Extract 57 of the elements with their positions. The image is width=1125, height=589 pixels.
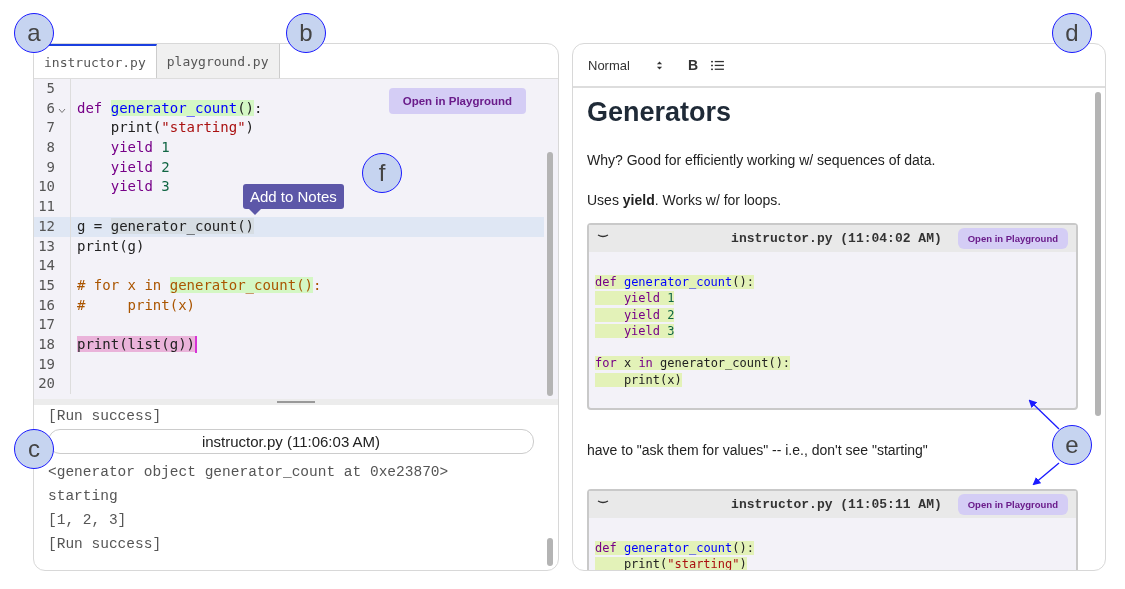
code-line: yield 3 — [109, 177, 170, 197]
line-number: 14 — [38, 256, 55, 276]
line-number: 5 — [46, 79, 55, 98]
line-number: 19 — [38, 354, 55, 374]
annotation-marker: c — [14, 429, 54, 469]
code-line: # for x in generator_count(): — [77, 275, 322, 296]
line-number: 7 — [46, 118, 55, 138]
resize-handle[interactable] — [277, 401, 315, 403]
console-output: starting — [48, 487, 119, 506]
console-output: [1, 2, 3] — [48, 511, 128, 530]
open-in-playground-button[interactable]: Open in Playground — [957, 494, 1068, 516]
annotation-arrow — [1032, 462, 1060, 486]
code-line: print("starting") — [109, 118, 255, 138]
annotation-marker: a — [14, 13, 54, 53]
file-tab[interactable]: playground.py — [156, 44, 280, 78]
line-number: 12 — [38, 216, 55, 236]
code-line: # print(x) — [77, 295, 195, 315]
line-number: 8 — [46, 138, 55, 158]
scrollbar[interactable] — [1095, 92, 1101, 416]
note-paragraph: Why? Good for efficiently working w/ sequences of data. — [587, 152, 936, 169]
note-title: Generators — [587, 96, 733, 129]
console-output: [Run success] — [48, 407, 163, 425]
annotation-marker: d — [1052, 13, 1092, 53]
code-line: yield 1 — [109, 138, 170, 158]
line-number: 6 — [46, 98, 55, 118]
line-number: 16 — [38, 295, 55, 315]
annotation-marker: b — [286, 13, 326, 53]
bullet-list-icon[interactable] — [711, 59, 725, 71]
file-tab[interactable]: instructor.py — [34, 44, 157, 78]
note-paragraph: have to "ask them for values" -- i.e., don't see "starting" — [587, 442, 928, 460]
code-line: yield 2 — [109, 157, 170, 177]
line-number: 13 — [38, 236, 55, 256]
line-number: 18 — [38, 334, 55, 354]
line-number: 11 — [38, 197, 55, 217]
collapse-chevron-icon[interactable] — [597, 233, 609, 239]
open-in-playground-button[interactable]: Open in Playground — [957, 228, 1068, 249]
snippet-title: instructor.py (11:04:02 AM) — [730, 231, 942, 246]
code-line: print(g) — [77, 236, 145, 256]
line-number: 10 — [38, 177, 55, 197]
open-in-playground-button[interactable]: Open in Playground — [388, 88, 526, 114]
scrollbar[interactable] — [547, 152, 553, 396]
console-output: [Run success] — [48, 535, 163, 554]
scrollbar[interactable] — [547, 538, 553, 566]
line-number: 9 — [46, 157, 55, 177]
collapse-chevron-icon[interactable] — [597, 499, 609, 505]
select-arrows-icon[interactable] — [656, 59, 663, 71]
line-number: 15 — [38, 275, 55, 295]
bold-button[interactable]: B — [688, 57, 699, 73]
text-style-select[interactable]: Normal — [588, 57, 656, 73]
note-paragraph: Uses yield. Works w/ for loops. — [587, 192, 782, 209]
fold-caret-icon[interactable] — [58, 107, 66, 114]
annotation-arrow — [1028, 399, 1060, 430]
snippet-title: instructor.py (11:05:11 AM) — [730, 497, 942, 513]
tooltip-arrow-icon — [249, 209, 261, 215]
line-number: 17 — [38, 315, 55, 335]
code-line: g = generator_count() — [77, 216, 254, 237]
line-number: 20 — [38, 374, 55, 394]
